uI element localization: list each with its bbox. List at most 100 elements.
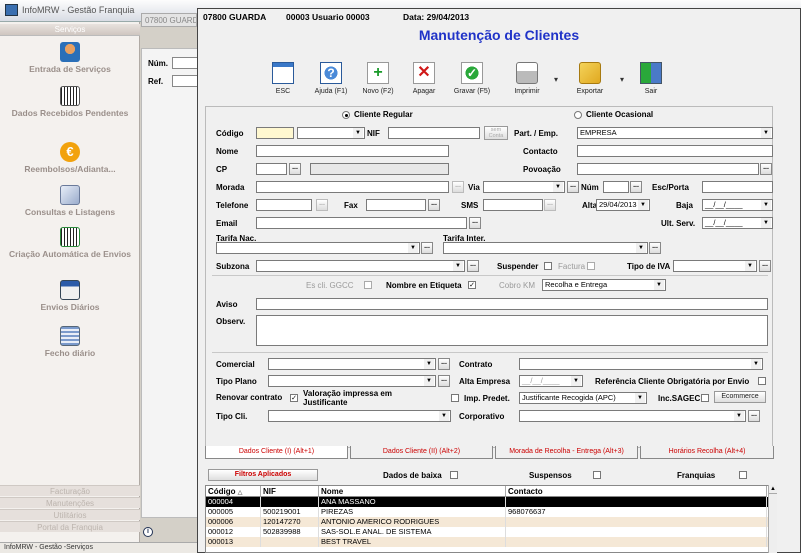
subzona-lookup-button[interactable]: ... <box>467 260 479 272</box>
table-row[interactable]: 000006 120147270 ANTONIO AMERICO RODRIGU… <box>206 517 775 527</box>
sidebar-footer-portal[interactable]: Portal da Franquia <box>0 521 140 532</box>
gravar-button[interactable]: ✓ Gravar (F5) <box>449 62 495 95</box>
cliente-ocasional-radio[interactable] <box>574 111 582 119</box>
filtros-aplicados-button[interactable]: Filtros Aplicados <box>208 469 318 481</box>
imprimir-button[interactable]: Imprimir <box>504 62 550 95</box>
tipo-iva-lookup-button[interactable]: ... <box>759 260 771 272</box>
sidebar-footer-utilitarios[interactable]: Utilitários <box>0 509 140 520</box>
tarifa-inter-lookup-button[interactable]: ... <box>649 242 661 254</box>
factura-checkbox[interactable] <box>587 262 595 270</box>
tab-dados-cliente-1[interactable]: Dados Cliente (I) (Alt+1) <box>205 446 348 459</box>
nif-input[interactable] <box>388 127 480 139</box>
background-tab[interactable]: 07800 GUARDA <box>141 13 197 27</box>
esc-button[interactable]: ESC <box>260 62 306 95</box>
morada-input[interactable] <box>256 181 449 193</box>
cobro-km-dropdown[interactable]: Recolha e Entrega <box>542 279 666 291</box>
sidebar-header[interactable]: Serviços <box>0 24 140 36</box>
tab-morada-recolha[interactable]: Morada de Recolha - Entrega (Alt+3) <box>495 446 638 459</box>
sidebar-item-dados-recebidos[interactable]: Dados Recebidos Pendentes <box>0 86 140 118</box>
via-lookup-button[interactable]: ... <box>567 181 579 193</box>
part-emp-dropdown[interactable]: EMPRESA <box>577 127 773 139</box>
table-row[interactable]: 000012 502839988 SAS-SOL.E ANAL. DE SIST… <box>206 527 775 537</box>
sidebar-item-consultas[interactable]: Consultas e Listagens <box>0 185 140 217</box>
sms-input[interactable] <box>483 199 543 211</box>
sair-button[interactable]: Sair <box>628 62 674 95</box>
valoracao-checkbox[interactable] <box>451 394 459 402</box>
fax-input[interactable] <box>366 199 426 211</box>
tipo-cli-dropdown[interactable] <box>268 410 451 422</box>
cliente-regular-radio[interactable] <box>342 111 350 119</box>
tipo-plano-dropdown[interactable] <box>268 375 436 387</box>
telefone-lookup-button[interactable]: ... <box>316 199 328 211</box>
ref-input[interactable] <box>172 75 200 87</box>
table-scrollbar[interactable]: ▲ <box>768 485 777 553</box>
contacto-input[interactable] <box>577 145 773 157</box>
esc-porta-input[interactable] <box>702 181 773 193</box>
ref-obrigatoria-checkbox[interactable] <box>758 377 766 385</box>
aviso-input[interactable] <box>256 298 768 310</box>
sidebar-footer-facturacao[interactable]: Facturação <box>0 485 140 496</box>
table-row[interactable]: 000005 500219001 PIREZAS 968076637 <box>206 507 775 517</box>
dados-baixa-checkbox[interactable] <box>450 471 458 479</box>
cp-input[interactable] <box>256 163 287 175</box>
cp-lookup-button[interactable]: ... <box>289 163 301 175</box>
table-row[interactable]: 000013 BEST TRAVEL <box>206 537 775 547</box>
scroll-up-icon[interactable]: ▲ <box>769 485 777 494</box>
nome-input[interactable] <box>256 145 449 157</box>
email-input[interactable] <box>256 217 467 229</box>
corporativo-dropdown[interactable] <box>519 410 746 422</box>
alta-date-picker[interactable]: 29/04/2013 <box>596 199 650 211</box>
morada-lookup-button[interactable]: ... <box>452 181 464 193</box>
tarifa-inter-dropdown[interactable] <box>443 242 648 254</box>
inc-sagec-checkbox[interactable] <box>701 394 709 402</box>
comercial-dropdown[interactable] <box>268 358 436 370</box>
num-lookup-button[interactable]: ... <box>630 181 642 193</box>
novo-button[interactable]: + Novo (F2) <box>355 62 401 95</box>
es-cli-ggcc-checkbox[interactable] <box>364 281 372 289</box>
table-row[interactable]: 000004 ANA MASSANO <box>206 497 775 507</box>
povoacao-input[interactable] <box>577 163 759 175</box>
column-header-nome[interactable]: Nome <box>319 486 506 497</box>
sidebar-item-entrada-servicos[interactable]: Entrada de Serviços <box>0 42 140 74</box>
nombre-etiqueta-checkbox[interactable]: ✓ <box>468 281 476 289</box>
codigo-input[interactable] <box>256 127 294 139</box>
sidebar-item-reembolsos[interactable]: € Reembolsos/Adianta... <box>0 142 140 174</box>
apagar-button[interactable]: ✕ Apagar <box>401 62 447 95</box>
sidebar-footer-manutencoes[interactable]: Manutenções <box>0 497 140 508</box>
num-input[interactable] <box>172 57 200 69</box>
suspender-checkbox[interactable] <box>544 262 552 270</box>
sidebar-item-criacao-automatica[interactable]: Criação Automática de Envios <box>0 227 140 259</box>
tab-dados-cliente-2[interactable]: Dados Cliente (II) (Alt+2) <box>350 446 493 459</box>
telefone-input[interactable] <box>256 199 312 211</box>
subzona-dropdown[interactable] <box>256 260 465 272</box>
povoacao-lookup-button[interactable]: ... <box>760 163 772 175</box>
codigo-dropdown[interactable] <box>297 127 365 139</box>
sem-conta-button[interactable]: sem Conta <box>484 126 508 140</box>
ult-serv-date-picker[interactable]: __/__/____ <box>702 217 773 229</box>
tipo-iva-dropdown[interactable] <box>673 260 757 272</box>
corporativo-lookup-button[interactable]: ... <box>748 410 760 422</box>
tarifa-nac-dropdown[interactable] <box>216 242 420 254</box>
tab-horarios-recolha[interactable]: Horários Recolha (Alt+4) <box>640 446 774 459</box>
column-header-nif[interactable]: NIF <box>261 486 319 497</box>
contrato-dropdown[interactable] <box>519 358 763 370</box>
comercial-lookup-button[interactable]: ... <box>438 358 450 370</box>
suspensos-checkbox[interactable] <box>593 471 601 479</box>
ajuda-button[interactable]: ? Ajuda (F1) <box>308 62 354 95</box>
franquias-checkbox[interactable] <box>739 471 747 479</box>
fax-lookup-button[interactable]: ... <box>428 199 440 211</box>
exportar-button[interactable]: Exportar <box>567 62 613 95</box>
exportar-dropdown-icon[interactable]: ▾ <box>620 75 624 84</box>
alta-empresa-date-picker[interactable]: __/__/____ <box>519 375 583 387</box>
tarifa-nac-lookup-button[interactable]: ... <box>421 242 433 254</box>
column-header-codigo[interactable]: Código △ <box>206 486 261 497</box>
info-icon[interactable]: i <box>143 527 153 537</box>
email-lookup-button[interactable]: ... <box>469 217 481 229</box>
baja-date-picker[interactable]: __/__/____ <box>702 199 773 211</box>
sidebar-item-envios-diarios[interactable]: Envios Diários <box>0 280 140 312</box>
tipo-plano-lookup-button[interactable]: ... <box>438 375 450 387</box>
sidebar-item-fecho-diario[interactable]: Fecho diário <box>0 326 140 358</box>
imprimir-dropdown-icon[interactable]: ▾ <box>554 75 558 84</box>
sms-lookup-button[interactable]: ... <box>544 199 556 211</box>
imp-predet-dropdown[interactable]: Justificante Recogida (APC) <box>519 392 647 404</box>
